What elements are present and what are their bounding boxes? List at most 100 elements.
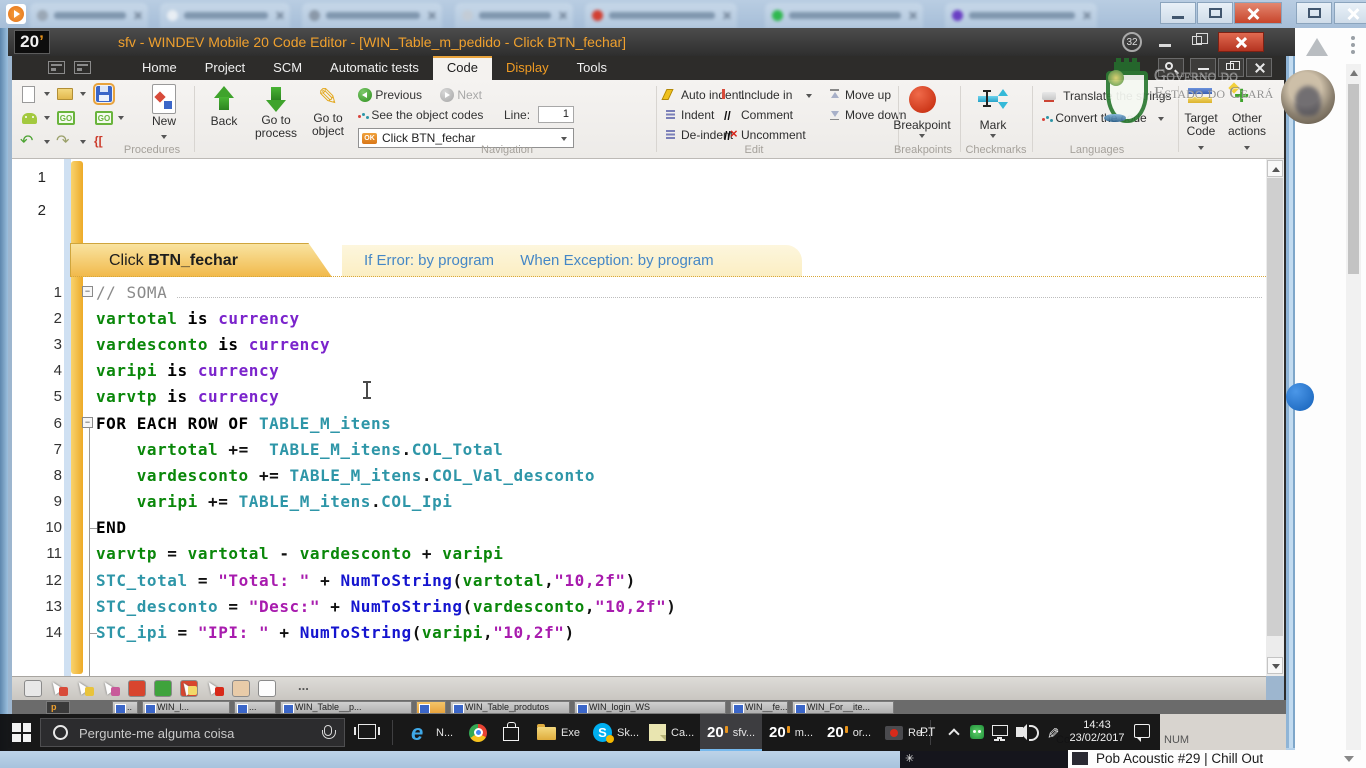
code-line[interactable]: 5varvtp is currency <box>12 384 1266 410</box>
event-tab[interactable]: Click BTN_fechar <box>70 243 332 277</box>
edit-item-comment[interactable]: //Comment <box>724 108 793 122</box>
fold-gutter[interactable] <box>62 619 96 645</box>
tab-close-icon[interactable] <box>133 11 142 20</box>
collapse-icon[interactable]: − <box>82 286 93 297</box>
fold-gutter[interactable] <box>62 331 96 357</box>
fold-gutter[interactable] <box>62 593 96 619</box>
breakpoint-icon[interactable] <box>909 86 936 113</box>
tab-close-icon[interactable] <box>908 11 917 20</box>
document-tab[interactable]: WIN_Table_produtos <box>450 701 570 714</box>
fold-gutter[interactable] <box>62 462 96 488</box>
next-button[interactable]: Next <box>440 88 482 102</box>
tab-tools[interactable]: Tools <box>563 56 621 80</box>
tab-close-icon[interactable] <box>1082 11 1091 20</box>
taskbar-app-windev[interactable]: 20sfv... <box>700 714 762 751</box>
line-number[interactable]: 6 <box>12 415 62 432</box>
mark-icon[interactable] <box>978 88 1008 110</box>
line-number[interactable]: 2 <box>12 310 62 327</box>
previous-button[interactable]: Previous <box>358 88 422 102</box>
document-tab[interactable]: WIN_Table__p... <box>280 701 412 714</box>
tab-automatic-tests[interactable]: Automatic tests <box>316 56 433 80</box>
fold-gutter[interactable] <box>62 358 96 384</box>
browser-minimize-button[interactable] <box>1160 2 1196 24</box>
code-line[interactable]: 10END <box>12 515 1266 541</box>
open-icon[interactable] <box>56 84 86 107</box>
pen-icon[interactable]: ✎ <box>1043 727 1061 740</box>
event-combo[interactable]: OK Click BTN_fechar <box>358 128 574 148</box>
fold-gutter[interactable]: − <box>62 410 96 436</box>
white-square-icon[interactable] <box>258 680 276 697</box>
chevron-down-icon[interactable] <box>1344 756 1354 762</box>
browser-tab[interactable] <box>30 3 148 28</box>
taskbar-app-skype[interactable]: SSk... <box>586 714 646 751</box>
tab-close-icon[interactable] <box>275 11 284 20</box>
target-code-button[interactable]: TargetCode <box>1180 112 1222 138</box>
browser-tab[interactable] <box>302 3 442 28</box>
tab-home[interactable]: Home <box>128 56 191 80</box>
code-line[interactable]: 11varvtp = vartotal - vardesconto + vari… <box>12 541 1266 567</box>
line-number[interactable]: 11 <box>12 545 62 562</box>
scroll-down-button[interactable] <box>1267 657 1283 674</box>
target-code-icon[interactable] <box>1188 86 1214 106</box>
hand-icon[interactable] <box>232 680 250 697</box>
save-icon[interactable] <box>94 84 124 107</box>
goto-object-button[interactable]: ✎ Go to object <box>304 84 352 138</box>
record-cursor-icon[interactable] <box>206 680 224 697</box>
code-brackets-icon[interactable]: {[ <box>94 132 124 155</box>
outer-line-number[interactable]: 1 <box>22 169 46 186</box>
code-block[interactable]: 1−// SOMA2vartotal is currency3vardescon… <box>12 279 1266 646</box>
restore-button[interactable] <box>1184 32 1214 52</box>
edit-item-de-indent[interactable]: De-indent <box>664 128 733 142</box>
goto-process-button[interactable]: Go to process <box>250 84 302 140</box>
microphone-icon[interactable] <box>324 725 332 736</box>
fold-gutter[interactable] <box>62 567 96 593</box>
taskbar-app-store[interactable] <box>496 714 526 751</box>
taskbar-app-edge[interactable]: eN... <box>404 714 460 751</box>
browser-tab[interactable] <box>160 3 290 28</box>
quick-access-icon-2[interactable] <box>74 61 91 74</box>
line-number[interactable]: 9 <box>12 493 62 510</box>
start-button[interactable] <box>12 723 31 742</box>
play-icon[interactable] <box>6 4 26 24</box>
minimize-button[interactable] <box>1150 32 1180 52</box>
code-editor[interactable]: 1 2 Click BTN_fechar If Error: by program… <box>12 159 1266 676</box>
red-pencil-icon[interactable] <box>180 680 198 697</box>
line-number[interactable]: 14 <box>12 624 62 641</box>
scroll-up-icon[interactable] <box>1350 70 1358 76</box>
tab-close-icon[interactable] <box>427 11 436 20</box>
code-line[interactable]: 12STC_total = "Total: " + NumToString(va… <box>12 567 1266 593</box>
tray-expand-icon[interactable] <box>948 728 959 739</box>
tab-project[interactable]: Project <box>191 56 259 80</box>
line-number[interactable]: 3 <box>12 336 62 353</box>
tab-code[interactable]: Code <box>433 56 492 80</box>
line-number[interactable]: 5 <box>12 388 62 405</box>
code-line[interactable]: 6−FOR EACH ROW OF TABLE_M_itens <box>12 410 1266 436</box>
code-line[interactable]: 8 vardesconto += TABLE_M_itens.COL_Val_d… <box>12 462 1266 488</box>
document-tab[interactable]: ... <box>234 701 276 714</box>
editor-scrollbar[interactable] <box>1266 159 1284 676</box>
browser-scrollbar-thumb[interactable] <box>1348 84 1359 274</box>
fold-gutter[interactable]: − <box>62 279 96 305</box>
undo-icon[interactable]: ↶ <box>20 132 50 155</box>
code-line[interactable]: 14STC_ipi = "IPI: " + NumToString(varipi… <box>12 619 1266 645</box>
other-actions-button[interactable]: Otheractions <box>1224 112 1270 138</box>
green-square-icon[interactable] <box>154 680 172 697</box>
close-button[interactable] <box>1218 32 1264 52</box>
browser-close-button[interactable] <box>1234 2 1282 24</box>
browser-maximize-button[interactable] <box>1197 2 1233 24</box>
notification-bubble[interactable] <box>1286 383 1314 411</box>
fold-gutter[interactable] <box>62 515 96 541</box>
browser-scrollbar[interactable] <box>1346 64 1361 768</box>
new-document-icon[interactable] <box>20 84 50 107</box>
fold-gutter[interactable] <box>62 489 96 515</box>
tab-close-icon[interactable] <box>722 11 731 20</box>
mdi-close-button[interactable] <box>1246 58 1272 77</box>
document-tab[interactable]: WIN_l... <box>142 701 230 714</box>
code-line[interactable]: 13STC_desconto = "Desc:" + NumToString(v… <box>12 593 1266 619</box>
edit-item-uncomment[interactable]: //Uncomment <box>724 128 806 142</box>
error-handling-banner[interactable]: If Error: by program When Exception: by … <box>342 245 802 277</box>
debug-cursor-red-icon[interactable] <box>50 680 68 697</box>
editor-scrollbar-thumb[interactable] <box>1267 178 1283 636</box>
tray-app-icon[interactable] <box>970 725 984 739</box>
display-icon[interactable] <box>992 725 1008 736</box>
